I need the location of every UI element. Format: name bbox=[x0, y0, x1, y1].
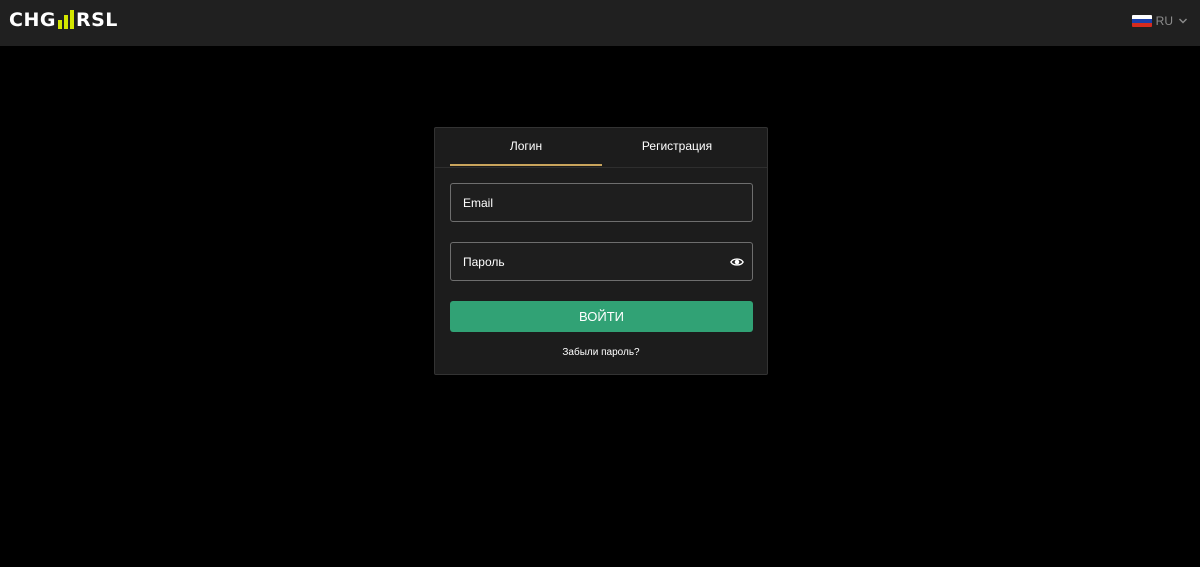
logo-text-right: RSL bbox=[75, 9, 118, 31]
tab-login[interactable]: Логин bbox=[450, 128, 602, 166]
forgot-password-link[interactable]: Забыли пароль? bbox=[435, 347, 767, 358]
top-bar: CHG RSL RU bbox=[0, 0, 1200, 46]
password-field bbox=[450, 242, 753, 281]
logo[interactable]: CHG RSL bbox=[9, 9, 118, 31]
email-field bbox=[450, 183, 753, 222]
login-button[interactable]: ВОЙТИ bbox=[450, 301, 753, 332]
login-card: Логин Регистрация ВОЙТИ Забыли пароль? bbox=[434, 127, 768, 375]
language-code: RU bbox=[1155, 14, 1173, 28]
tab-register[interactable]: Регистрация bbox=[602, 128, 752, 166]
email-input[interactable] bbox=[451, 184, 752, 221]
eye-icon[interactable] bbox=[730, 255, 744, 269]
logo-bars-icon bbox=[57, 9, 74, 29]
logo-text-left: CHG bbox=[9, 9, 56, 31]
russia-flag-icon bbox=[1131, 15, 1152, 27]
chevron-down-icon bbox=[1179, 18, 1187, 24]
password-input[interactable] bbox=[451, 243, 752, 280]
language-selector[interactable]: RU bbox=[1131, 14, 1188, 28]
auth-tabs: Логин Регистрация bbox=[435, 128, 767, 168]
